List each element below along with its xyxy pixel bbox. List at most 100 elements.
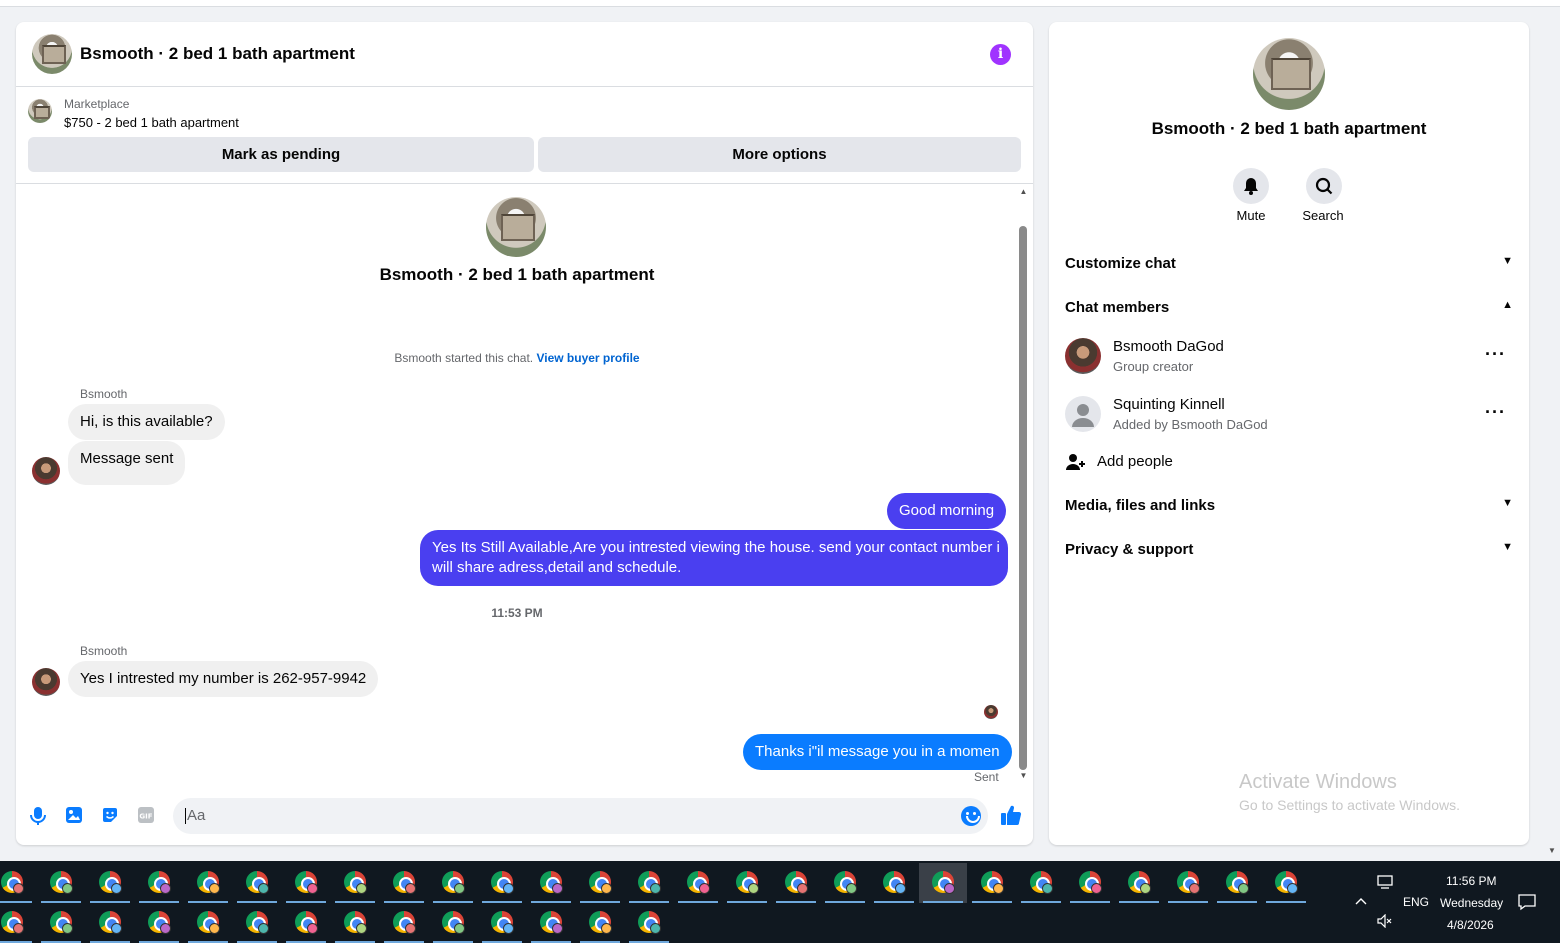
taskbar-chrome-window-icon[interactable] — [233, 903, 281, 943]
message-input[interactable]: Aa — [173, 798, 988, 834]
taskbar-chrome-window-icon[interactable] — [674, 863, 722, 903]
taskbar-chrome-window-icon[interactable] — [919, 863, 967, 903]
more-dots-icon[interactable]: ··· — [1485, 402, 1506, 423]
section-label: Privacy & support — [1065, 541, 1194, 558]
search-button[interactable] — [1306, 168, 1342, 204]
taskbar-chrome-window-icon[interactable] — [576, 903, 624, 943]
profile-badge-icon — [209, 923, 220, 934]
chat-avatar[interactable] — [32, 34, 72, 74]
taskbar-chrome-window-icon[interactable] — [0, 903, 36, 943]
mark-as-pending-button[interactable]: Mark as pending — [28, 137, 534, 172]
member-avatar[interactable] — [1065, 396, 1101, 432]
mute-button[interactable] — [1233, 168, 1269, 204]
member-avatar[interactable] — [1065, 338, 1101, 374]
message-bubble-incoming[interactable]: Yes I intrested my number is 262-957-994… — [68, 661, 379, 697]
member-name[interactable]: Bsmooth DaGod — [1113, 338, 1224, 355]
chat-title[interactable]: Bsmooth · 2 bed 1 bath apartment — [80, 44, 355, 64]
taskbar-chrome-window-icon[interactable] — [86, 903, 134, 943]
clock-time[interactable]: 11:56 PM — [1446, 874, 1496, 888]
view-buyer-profile-link[interactable]: View buyer profile — [536, 351, 639, 365]
taskbar-chrome-window-icon[interactable] — [135, 863, 183, 903]
taskbar-chrome-window-icon[interactable] — [478, 903, 526, 943]
add-people-button[interactable]: Add people — [1097, 453, 1173, 470]
gif-icon[interactable]: GIF — [136, 806, 156, 826]
taskbar-chrome-window-icon[interactable] — [135, 903, 183, 943]
taskbar-chrome-window-icon[interactable] — [184, 863, 232, 903]
volume-muted-icon[interactable] — [1377, 913, 1393, 931]
taskbar-chrome-window-icon[interactable] — [184, 903, 232, 943]
message-bubble-outgoing[interactable]: Good morning — [887, 493, 1007, 529]
taskbar-chrome-window-icon[interactable] — [380, 903, 428, 943]
taskbar-chrome-window-icon[interactable] — [331, 903, 379, 943]
message-bubble-incoming[interactable]: Message sent — [68, 441, 186, 485]
taskbar-chrome-window-icon[interactable] — [86, 863, 134, 903]
taskbar-chrome-window-icon[interactable] — [625, 863, 673, 903]
taskbar-chrome-window-icon[interactable] — [331, 863, 379, 903]
taskbar-chrome-window-icon[interactable] — [37, 863, 85, 903]
taskbar-chrome-window-icon[interactable] — [478, 863, 526, 903]
network-icon[interactable] — [1377, 874, 1395, 893]
taskbar-chrome-window-icon[interactable] — [625, 903, 673, 943]
section-label: Customize chat — [1065, 255, 1176, 272]
profile-badge-icon — [1189, 883, 1200, 894]
privacy-support-section[interactable]: Privacy & support ▼ — [1065, 541, 1513, 558]
customize-chat-section[interactable]: Customize chat ▼ — [1065, 255, 1513, 272]
info-icon[interactable]: i — [990, 44, 1011, 65]
profile-badge-icon — [552, 923, 563, 934]
taskbar-chrome-window-icon[interactable] — [772, 863, 820, 903]
taskbar-chrome-window-icon[interactable] — [723, 863, 771, 903]
listing-row[interactable]: Marketplace $750 - 2 bed 1 bath apartmen… — [28, 96, 1018, 134]
member-name[interactable]: Squinting Kinnell — [1113, 396, 1225, 413]
microphone-icon[interactable] — [28, 806, 48, 826]
taskbar-chrome-window-icon[interactable] — [37, 903, 85, 943]
taskbar-chrome-window-icon[interactable] — [870, 863, 918, 903]
profile-badge-icon — [993, 883, 1004, 894]
clock-date[interactable]: 4/8/2026 — [1447, 918, 1494, 932]
taskbar-chrome-window-icon[interactable] — [429, 863, 477, 903]
profile-badge-icon — [1238, 883, 1249, 894]
taskbar-chrome-window-icon[interactable] — [527, 863, 575, 903]
show-hidden-icons-chevron-icon[interactable] — [1354, 894, 1368, 909]
taskbar-chrome-window-icon[interactable] — [0, 863, 36, 903]
page-scroll-down-arrow-icon[interactable]: ▼ — [1546, 846, 1558, 858]
chat-window: Bsmooth · 2 bed 1 bath apartment i Marke… — [16, 22, 1033, 845]
taskbar-chrome-window-icon[interactable] — [576, 863, 624, 903]
taskbar-chrome-window-icon[interactable] — [527, 903, 575, 943]
chat-members-section[interactable]: Chat members ▲ — [1065, 299, 1513, 316]
message-bubble-outgoing[interactable]: Thanks i"il message you in a momen — [743, 734, 1012, 770]
media-files-links-section[interactable]: Media, files and links ▼ — [1065, 497, 1513, 514]
sender-avatar[interactable] — [32, 457, 60, 485]
message-bubble-outgoing[interactable]: Yes Its Still Available,Are you intreste… — [420, 530, 1008, 586]
taskbar-chrome-window-icon[interactable] — [429, 903, 477, 943]
sender-avatar[interactable] — [32, 668, 60, 696]
taskbar-chrome-window-icon[interactable] — [1262, 863, 1310, 903]
message-bubble-incoming[interactable]: Hi, is this available? — [68, 404, 225, 440]
taskbar-chrome-window-icon[interactable] — [1164, 863, 1212, 903]
scrollbar-thumb[interactable] — [1019, 226, 1027, 770]
taskbar-chrome-window-icon[interactable] — [1066, 863, 1114, 903]
emoji-icon[interactable] — [961, 806, 981, 826]
thumbs-up-icon[interactable] — [1000, 804, 1022, 826]
taskbar-chrome-window-icon[interactable] — [1017, 863, 1065, 903]
more-dots-icon[interactable]: ··· — [1485, 344, 1506, 365]
taskbar-chrome-window-icon[interactable] — [380, 863, 428, 903]
taskbar-chrome-window-icon[interactable] — [1213, 863, 1261, 903]
taskbar-chrome-window-icon[interactable] — [233, 863, 281, 903]
profile-badge-icon — [797, 883, 808, 894]
profile-badge-icon — [405, 923, 416, 934]
scroll-down-arrow-icon[interactable]: ▼ — [1018, 771, 1029, 781]
notifications-icon[interactable] — [1518, 893, 1536, 914]
taskbar-chrome-window-icon[interactable] — [1115, 863, 1163, 903]
panel-avatar[interactable] — [1253, 38, 1325, 110]
sticker-icon[interactable] — [100, 806, 120, 826]
clock-day[interactable]: Wednesday — [1440, 896, 1503, 910]
scroll-up-arrow-icon[interactable]: ▲ — [1018, 187, 1029, 197]
language-indicator[interactable]: ENG — [1403, 895, 1429, 909]
taskbar-chrome-window-icon[interactable] — [282, 863, 330, 903]
taskbar-chrome-window-icon[interactable] — [821, 863, 869, 903]
taskbar-chrome-window-icon[interactable] — [282, 903, 330, 943]
more-options-button[interactable]: More options — [538, 137, 1021, 172]
taskbar-chrome-window-icon[interactable] — [968, 863, 1016, 903]
photo-icon[interactable] — [64, 806, 84, 826]
add-person-icon[interactable] — [1065, 452, 1085, 472]
